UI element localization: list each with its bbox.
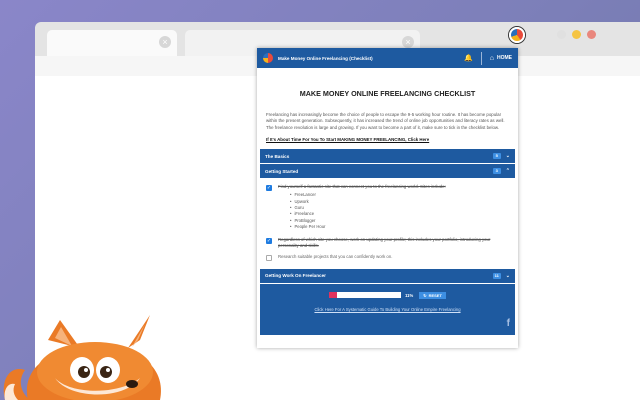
intro-text: Freelancing has increasingly become the … [266,112,505,130]
window-controls [557,30,596,39]
guide-link[interactable]: Click Here For A Systematic Guide To Bui… [260,307,515,312]
checkbox-checked[interactable]: ✓ [266,238,272,245]
extension-popup: Make Money Online Freelancing (Checklist… [257,48,518,348]
item-text: Research suitable projects that you can … [278,253,393,259]
checkbox-checked[interactable]: ✓ [266,185,272,192]
count-badge: 3 [492,168,501,175]
window-close-icon[interactable] [587,30,596,39]
count-badge: 11 [492,272,501,279]
count-badge: 5 [492,153,501,160]
section-the-basics[interactable]: The Basics 5 ⌄ [260,149,515,165]
item-text: Regardless of which site you choose, wor… [278,237,491,249]
section-label: The Basics [265,153,290,159]
section-getting-work-on-freelancer[interactable]: Getting Work On Freelancer 11 ⌄ [260,268,515,284]
facebook-icon[interactable]: f [507,318,510,329]
reset-label: RESET [428,292,442,298]
progress-bar [329,292,402,299]
section-label: Getting Started [265,168,299,174]
progress-fill [329,292,337,299]
window-maximize-icon[interactable] [572,30,581,39]
fox-mascot-icon [3,315,161,400]
browser-tab[interactable]: × [47,30,177,56]
checklist: ✓ Find yourself a fantastic site that ca… [260,179,515,269]
logo-icon [263,53,273,63]
window-minimize-icon[interactable] [557,30,566,39]
checklist-item[interactable]: ✓ Regardless of which site you choose, w… [266,237,509,249]
popup-footer [257,334,518,341]
checklist-item[interactable]: ✓ Find yourself a fantastic site that ca… [266,184,509,233]
progress-percent: 11% [405,292,414,298]
popup-header: Make Money Online Freelancing (Checklist… [257,48,518,68]
section-label: Getting Work On Freelancer [265,273,326,279]
reset-icon: ↻ [423,292,427,298]
checkbox-unchecked[interactable] [266,254,272,261]
list-item: People Per Hour [290,224,446,230]
divider [480,51,482,65]
chevron-down-icon: ⌄ [505,272,510,279]
checklist-item[interactable]: Research suitable projects that you can … [266,254,509,261]
home-label: HOME [497,55,512,61]
chevron-up-icon: ⌃ [505,168,510,175]
item-text: Find yourself a fantastic site that can … [278,184,446,190]
section-getting-started[interactable]: Getting Started 3 ⌃ [260,164,515,180]
extension-icon[interactable] [509,27,525,43]
tab-close-icon[interactable]: × [402,36,414,48]
tab-close-icon[interactable]: × [159,36,171,48]
progress-panel: 11% ↻ RESET Click Here For A Systematic … [260,283,515,335]
cta-link[interactable]: If It's About Time For You To Start MAKI… [266,137,509,142]
page-title: MAKE MONEY ONLINE FREELANCING CHECKLIST [299,89,476,98]
intro-section: MAKE MONEY ONLINE FREELANCING CHECKLIST … [257,68,518,142]
chevron-down-icon: ⌄ [505,153,510,160]
home-button[interactable]: ⌂ HOME [490,55,512,62]
reset-button[interactable]: ↻ RESET [419,291,446,299]
home-icon: ⌂ [489,54,494,62]
popup-title: Make Money Online Freelancing (Checklist… [278,55,373,61]
progress-row: 11% ↻ RESET [260,291,515,299]
site-list: FreeLancer Upwork Guru iFreelance ProBlo… [290,192,446,230]
bell-icon[interactable]: 🔔 [464,54,473,62]
